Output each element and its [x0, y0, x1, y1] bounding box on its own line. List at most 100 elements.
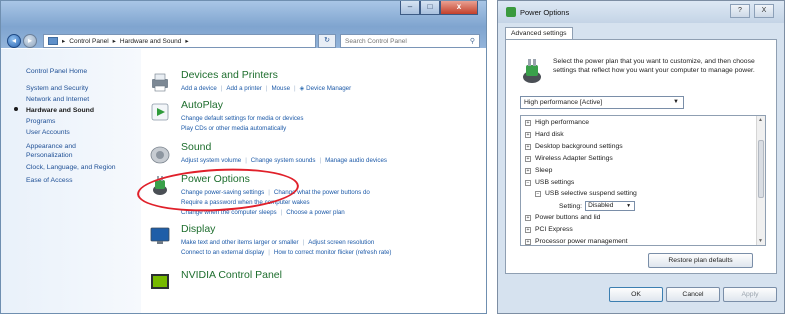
nav-clock-language-region[interactable]: Clock, Language, and Region: [26, 162, 141, 173]
adjust-screen-resolution-link[interactable]: Adjust screen resolution: [308, 239, 374, 246]
scroll-thumb[interactable]: [758, 140, 764, 198]
dialog-titlebar: Power Options ? X: [498, 1, 784, 23]
minimize-button[interactable]: –: [400, 1, 420, 15]
tree-item-usb-selective-suspend[interactable]: − USB selective suspend setting: [535, 190, 637, 197]
autoplay-title[interactable]: AutoPlay: [181, 99, 223, 111]
nav-hardware-and-sound: Hardware and Sound: [26, 107, 94, 114]
search-input[interactable]: [345, 37, 465, 45]
tree-item-label: Wireless Adapter Settings: [535, 155, 613, 162]
adjust-system-volume-link[interactable]: Adjust system volume: [181, 157, 241, 164]
nvidia-control-panel-title[interactable]: NVIDIA Control Panel: [181, 269, 282, 281]
tree-item-label: High performance: [535, 119, 590, 126]
help-button[interactable]: ?: [730, 4, 750, 18]
nav-appearance-line2[interactable]: Personalization: [26, 151, 141, 160]
cancel-button[interactable]: Cancel: [666, 287, 720, 302]
play-cds-link[interactable]: Play CDs or other media automatically: [181, 125, 286, 132]
search-icon[interactable]: ⚲: [470, 37, 475, 45]
tree-item-power-buttons[interactable]: + Power buttons and lid: [525, 214, 600, 221]
ok-button[interactable]: OK: [609, 287, 663, 302]
add-printer-link[interactable]: Add a printer: [226, 85, 261, 92]
control-panel-window: – □ x ◂ ▸ ▸ Control Panel ▸ Hardware and…: [0, 0, 487, 314]
forward-button[interactable]: ▸: [23, 34, 37, 48]
current-section-bullet-icon: [14, 107, 18, 111]
apply-button[interactable]: Apply: [723, 287, 777, 302]
tab-advanced-settings[interactable]: Advanced settings: [505, 27, 573, 39]
tree-item-label: Power buttons and lid: [535, 214, 601, 221]
power-plan-dropdown[interactable]: High performance [Active] ▼: [520, 96, 684, 109]
expand-icon[interactable]: +: [525, 226, 531, 233]
mouse-link[interactable]: Mouse: [271, 85, 290, 92]
search-box[interactable]: ⚲: [340, 34, 480, 48]
address-bar[interactable]: ▸ Control Panel ▸ Hardware and Sound ▸: [43, 34, 316, 48]
devices-links: Add a device | Add a printer | Mouse | ◈ Devic…: [181, 85, 352, 92]
scroll-up-icon[interactable]: ▲: [758, 117, 763, 123]
refresh-button[interactable]: ↻: [318, 34, 336, 48]
tree-item-high-performance[interactable]: + High performance: [525, 119, 589, 126]
tree-item-processor-power[interactable]: + Processor power management: [525, 238, 628, 245]
chevron-down-icon: ▼: [626, 203, 632, 209]
monitor-flicker-link[interactable]: How to correct monitor flicker (refresh …: [274, 249, 392, 256]
tree-item-label: PCI Express: [535, 226, 573, 233]
breadcrumb-hardware-and-sound[interactable]: Hardware and Sound: [120, 38, 181, 45]
close-button[interactable]: x: [440, 1, 478, 15]
manage-audio-devices-link[interactable]: Manage audio devices: [325, 157, 387, 164]
dialog-close-button[interactable]: X: [754, 4, 774, 18]
scroll-down-icon[interactable]: ▼: [758, 238, 763, 244]
tree-scrollbar[interactable]: ▲ ▼: [756, 116, 765, 245]
tree-item-wireless-adapter[interactable]: + Wireless Adapter Settings: [525, 155, 613, 162]
maximize-button[interactable]: □: [420, 1, 440, 15]
restore-plan-defaults-button[interactable]: Restore plan defaults: [648, 253, 753, 268]
expand-icon[interactable]: +: [525, 167, 531, 174]
tree-item-label: Sleep: [535, 167, 553, 174]
change-default-media-settings-link[interactable]: Change default settings for media or dev…: [181, 115, 303, 122]
expand-icon[interactable]: +: [525, 238, 531, 245]
tree-item-label: Desktop background settings: [535, 143, 623, 150]
setting-value: Disabled: [588, 202, 614, 209]
nav-user-accounts[interactable]: User Accounts: [26, 127, 141, 138]
nav-network-and-internet[interactable]: Network and Internet: [26, 94, 141, 105]
nav-system-and-security[interactable]: System and Security: [26, 83, 141, 94]
window-frame: – □ x ◂ ▸ ▸ Control Panel ▸ Hardware and…: [1, 1, 486, 48]
add-device-link[interactable]: Add a device: [181, 85, 217, 92]
display-title[interactable]: Display: [181, 223, 215, 235]
intro-text: Select the power plan that you want to c…: [553, 58, 755, 74]
tree-item-usb-settings[interactable]: − USB settings: [525, 179, 574, 186]
setting-value-dropdown[interactable]: Disabled ▼: [585, 201, 636, 211]
expand-icon[interactable]: +: [525, 119, 531, 126]
nav-ease-of-access[interactable]: Ease of Access: [26, 175, 141, 186]
expand-icon[interactable]: +: [525, 131, 531, 138]
devices-and-printers-title[interactable]: Devices and Printers: [181, 69, 278, 81]
expand-icon[interactable]: +: [525, 143, 531, 150]
tree-item-sleep[interactable]: + Sleep: [525, 167, 552, 174]
tree-item-label: USB selective suspend setting: [545, 190, 637, 197]
breadcrumb-separator-icon: ▸: [62, 38, 66, 45]
autoplay-icon: [151, 103, 169, 121]
sound-title[interactable]: Sound: [181, 141, 211, 153]
breadcrumb-control-panel[interactable]: Control Panel: [69, 38, 108, 45]
collapse-icon[interactable]: −: [525, 179, 531, 186]
choose-power-plan-link[interactable]: Choose a power plan: [286, 209, 344, 216]
dialog-title: Power Options: [520, 8, 570, 17]
device-manager-link[interactable]: Device Manager: [306, 85, 351, 92]
collapse-icon[interactable]: −: [535, 190, 541, 197]
left-nav-pane: Control Panel Home System and Security N…: [1, 49, 141, 313]
nav-programs[interactable]: Programs: [26, 116, 141, 127]
expand-icon[interactable]: +: [525, 214, 531, 221]
connect-external-display-link[interactable]: Connect to an external display: [181, 249, 264, 256]
setting-label: Setting:: [559, 202, 583, 210]
power-plan-icon: [523, 59, 541, 83]
back-button[interactable]: ◂: [7, 34, 21, 48]
nav-appearance-line1[interactable]: Appearance and: [26, 142, 141, 151]
tree-item-label: Hard disk: [535, 131, 564, 138]
tree-item-desktop-background[interactable]: + Desktop background settings: [525, 143, 623, 150]
tree-item-label: USB settings: [535, 179, 575, 186]
change-system-sounds-link[interactable]: Change system sounds: [251, 157, 316, 164]
power-options-dialog: Power Options ? X Advanced settings Sele…: [497, 0, 785, 314]
tree-item-hard-disk[interactable]: + Hard disk: [525, 131, 564, 138]
advanced-settings-panel: Select the power plan that you want to c…: [505, 39, 777, 274]
make-text-larger-link[interactable]: Make text and other items larger or smal…: [181, 239, 299, 246]
settings-tree: + High performance + Hard disk + Desktop ba…: [520, 115, 766, 246]
tree-item-pci-express[interactable]: + PCI Express: [525, 226, 573, 233]
expand-icon[interactable]: +: [525, 155, 531, 162]
nav-control-panel-home[interactable]: Control Panel Home: [26, 66, 141, 77]
